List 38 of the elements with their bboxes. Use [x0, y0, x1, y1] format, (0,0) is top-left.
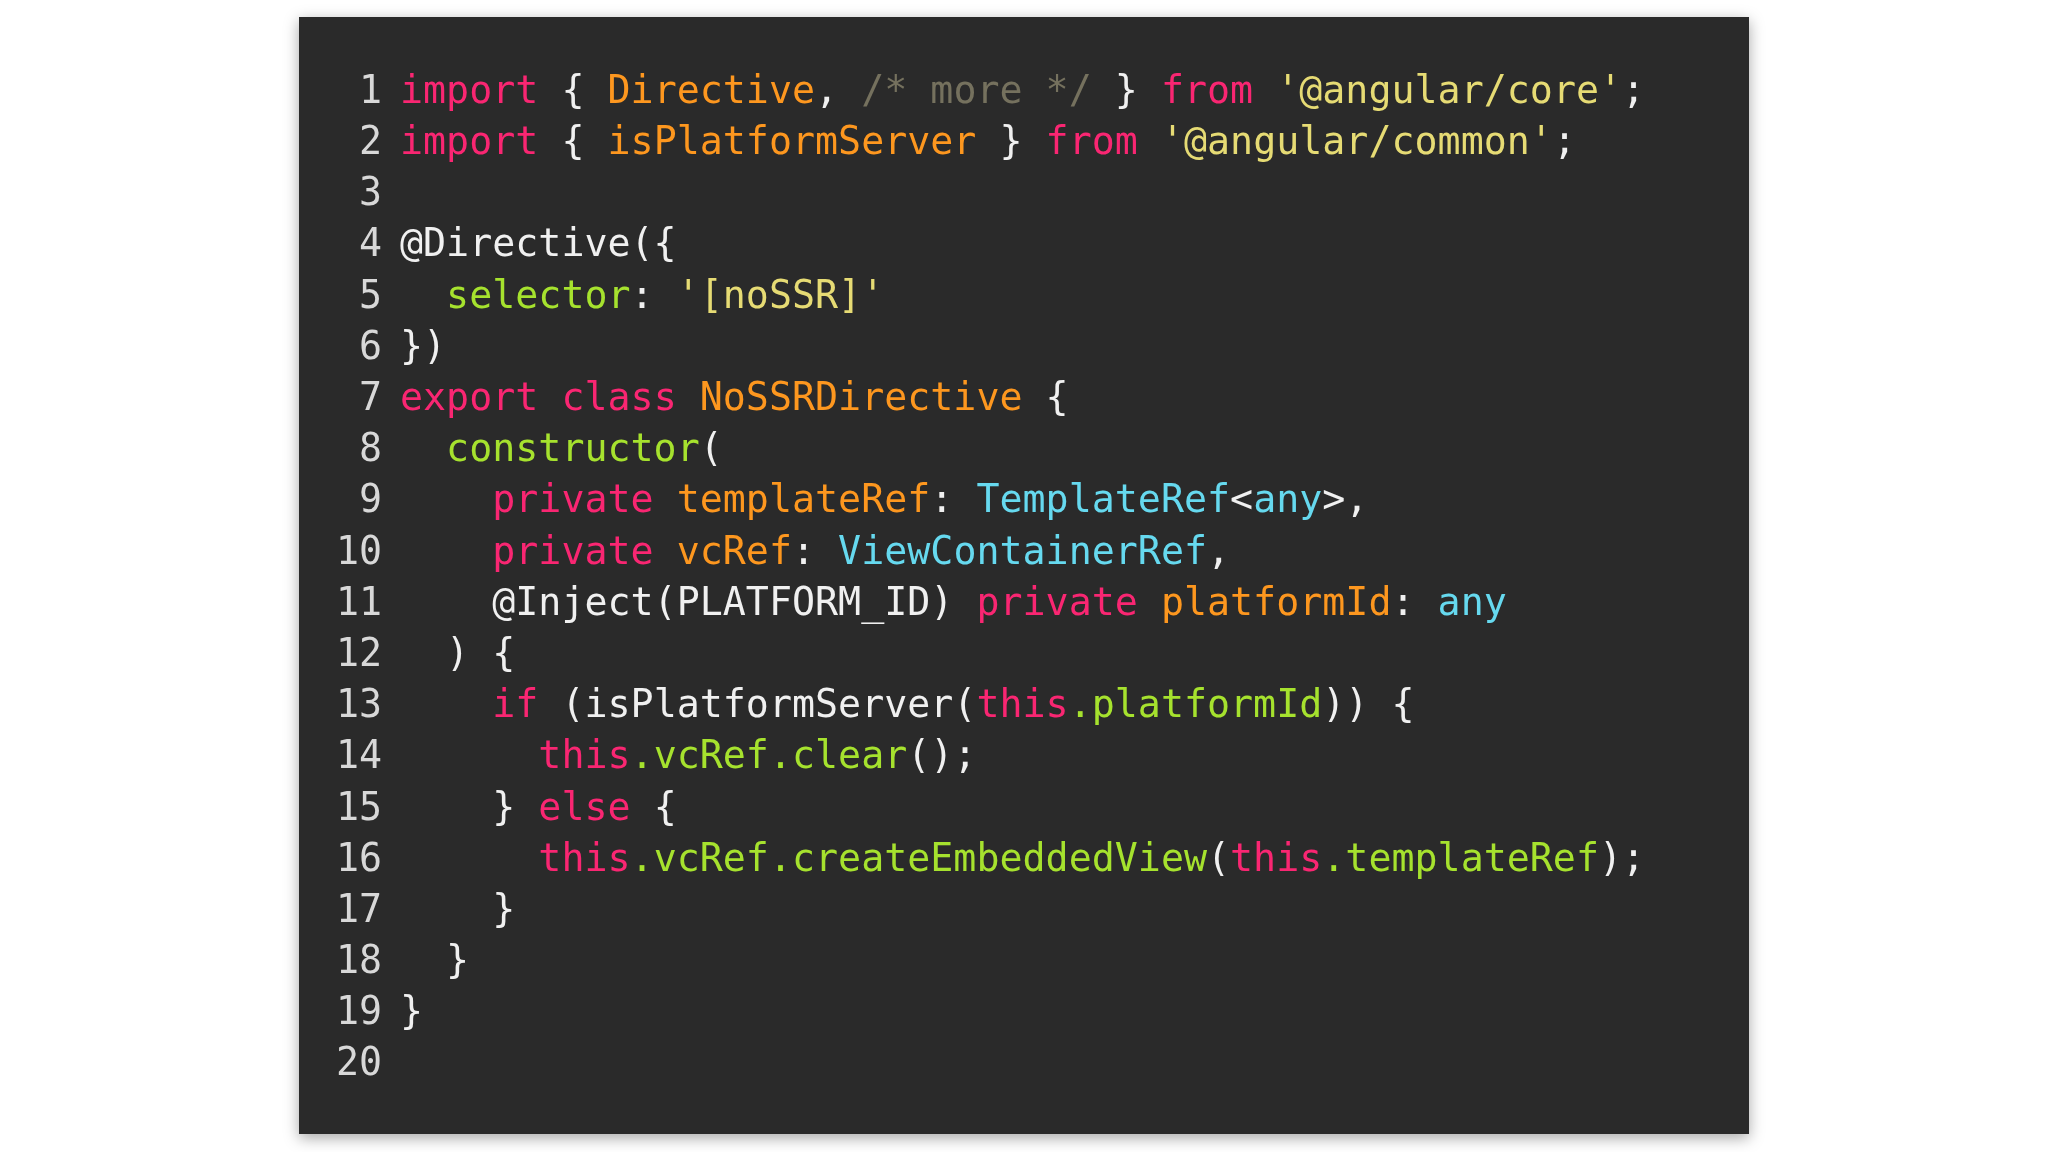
line-number: 3: [357, 168, 382, 217]
code-line: selector: '[noSSR]': [445, 270, 885, 319]
line-number: 19: [336, 987, 382, 1036]
line-number: 8: [357, 424, 382, 473]
code-line: import { Directive, /* more */ } from '@angular/core';: [400, 65, 1646, 114]
code-line: }: [400, 987, 424, 1036]
code-line: } else {: [491, 782, 677, 831]
line-number: 6: [357, 321, 382, 370]
code-line: private templateRef: TemplateRef<any>,: [491, 475, 1369, 524]
line-number: 18: [336, 936, 382, 985]
code-line: }: [491, 884, 516, 933]
code-line: this.vcRef.clear();: [537, 731, 977, 780]
line-number: 10: [336, 526, 382, 575]
line-number: 17: [336, 884, 382, 933]
line-number: 9: [357, 475, 382, 524]
code-line: @Inject(PLATFORM_ID) private platformId: any: [491, 577, 1507, 626]
code-line: import { isPlatformServer } from '@angular/common';: [400, 117, 1576, 166]
code-line: }: [445, 936, 470, 985]
code-line: ) {: [445, 628, 516, 677]
line-number: 11: [336, 577, 382, 626]
line-number: 12: [336, 628, 382, 677]
code-line: if (isPlatformServer(this.platformId)) {: [491, 680, 1415, 729]
code-line: @Directive({: [400, 219, 677, 268]
line-number: 14: [336, 731, 382, 780]
line-number: 5: [357, 270, 382, 319]
line-number: 7: [357, 373, 382, 421]
code-line: this.vcRef.createEmbeddedView(this.templateRef);: [537, 833, 1646, 882]
line-number: 4: [357, 219, 382, 268]
line-number: 20: [336, 1038, 382, 1087]
line-number: 13: [336, 680, 382, 729]
code-line: export class NoSSRDirective {: [400, 373, 1069, 421]
line-number: 1: [357, 65, 382, 114]
code-line: }): [400, 321, 447, 370]
line-number: 2: [357, 117, 382, 166]
line-number: 16: [336, 833, 382, 882]
code-line: private vcRef: ViewContainerRef,: [491, 526, 1231, 575]
line-number: 15: [336, 782, 382, 831]
code-line: constructor(: [445, 424, 723, 473]
